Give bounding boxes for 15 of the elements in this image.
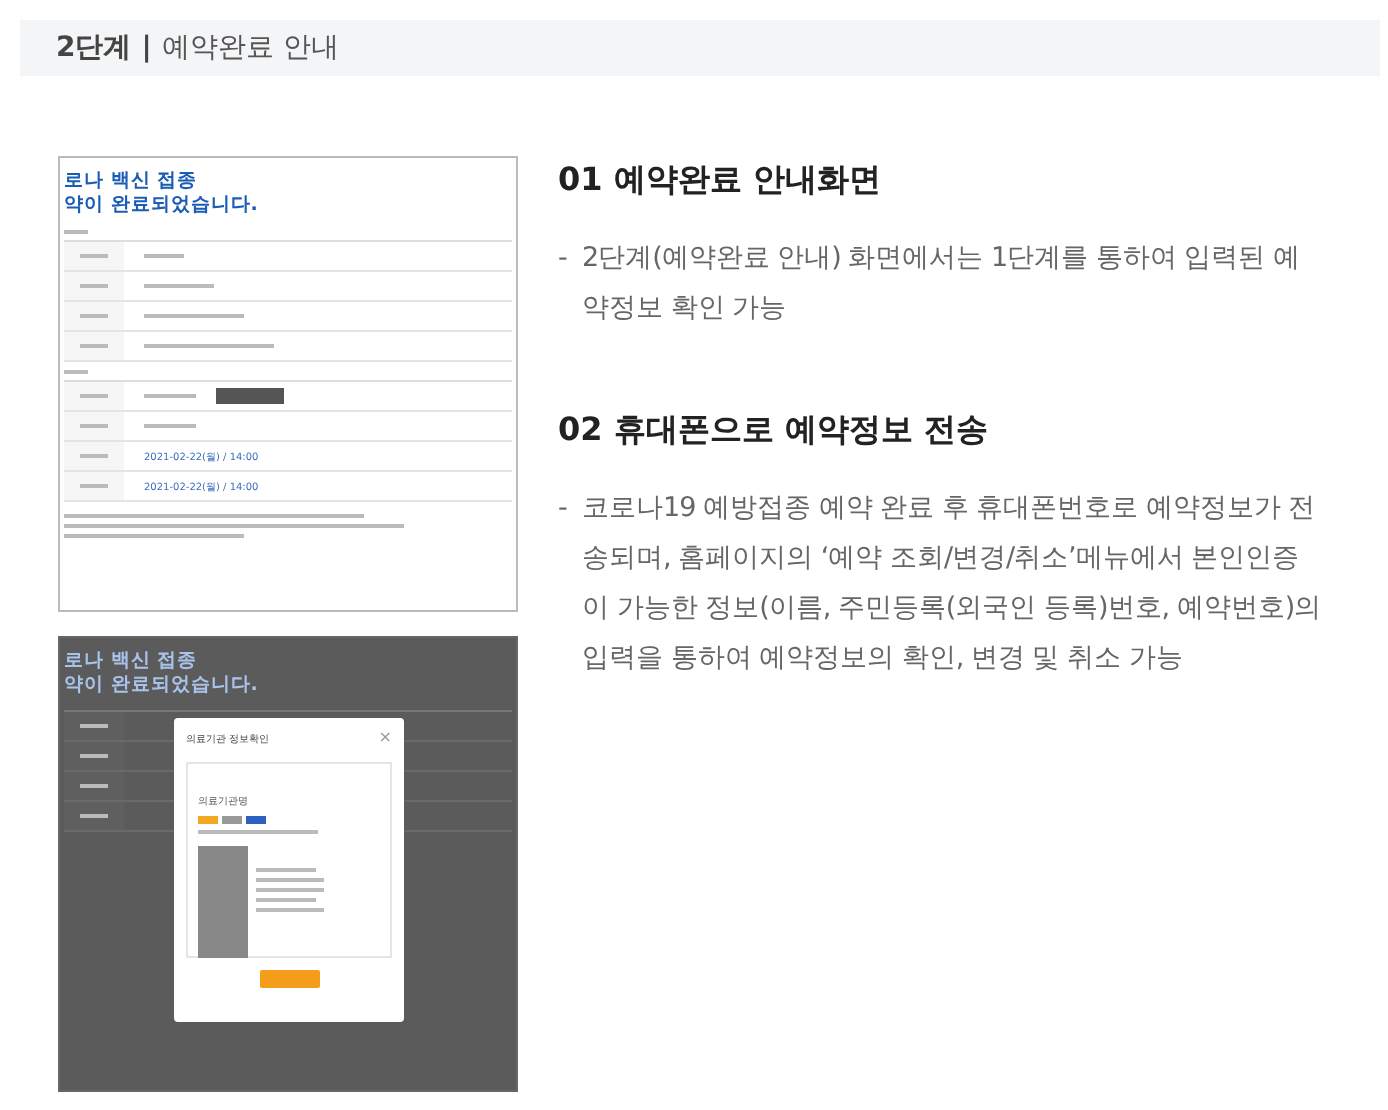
label-column	[198, 846, 248, 958]
screenshot-headline: 로나 백신 접종 약이 완료되었습니다.	[64, 170, 260, 218]
section-title: 02 휴대폰으로 예약정보 전송	[558, 410, 990, 452]
header-title: 예약완료 안내	[161, 30, 339, 66]
step-label: 2단계	[56, 30, 132, 66]
separator: |	[141, 32, 152, 64]
blurred-text-drawing	[256, 862, 324, 918]
bullet-marker: -	[558, 240, 569, 278]
section-title: 01 예약완료 안내화면	[558, 160, 883, 202]
bullet-text: 2단계(예약완료 안내) 화면에서는 1단계를 통하여 입력된 예약정보 확인 가능	[582, 240, 1302, 328]
screenshot-headline: 로나 백신 접종 약이 완료되었습니다.	[64, 650, 260, 698]
confirm-button[interactable]	[259, 970, 319, 988]
close-icon[interactable]: ×	[378, 730, 392, 746]
bullet-text: 코로나19 예방접종 예약 완료 후 휴대폰번호로 예약정보가 전송되며, 홈페이지의 ‘예약 조회/변경/취소’메뉴에서 본인인증이 가능한 정보(이름, 주민등록(외국인 등록)번호, 예약번호)의 입력을 통하여 예약정보의 확인, 변경 및 취소 가능	[582, 490, 1324, 678]
bullet-marker: -	[558, 490, 569, 528]
